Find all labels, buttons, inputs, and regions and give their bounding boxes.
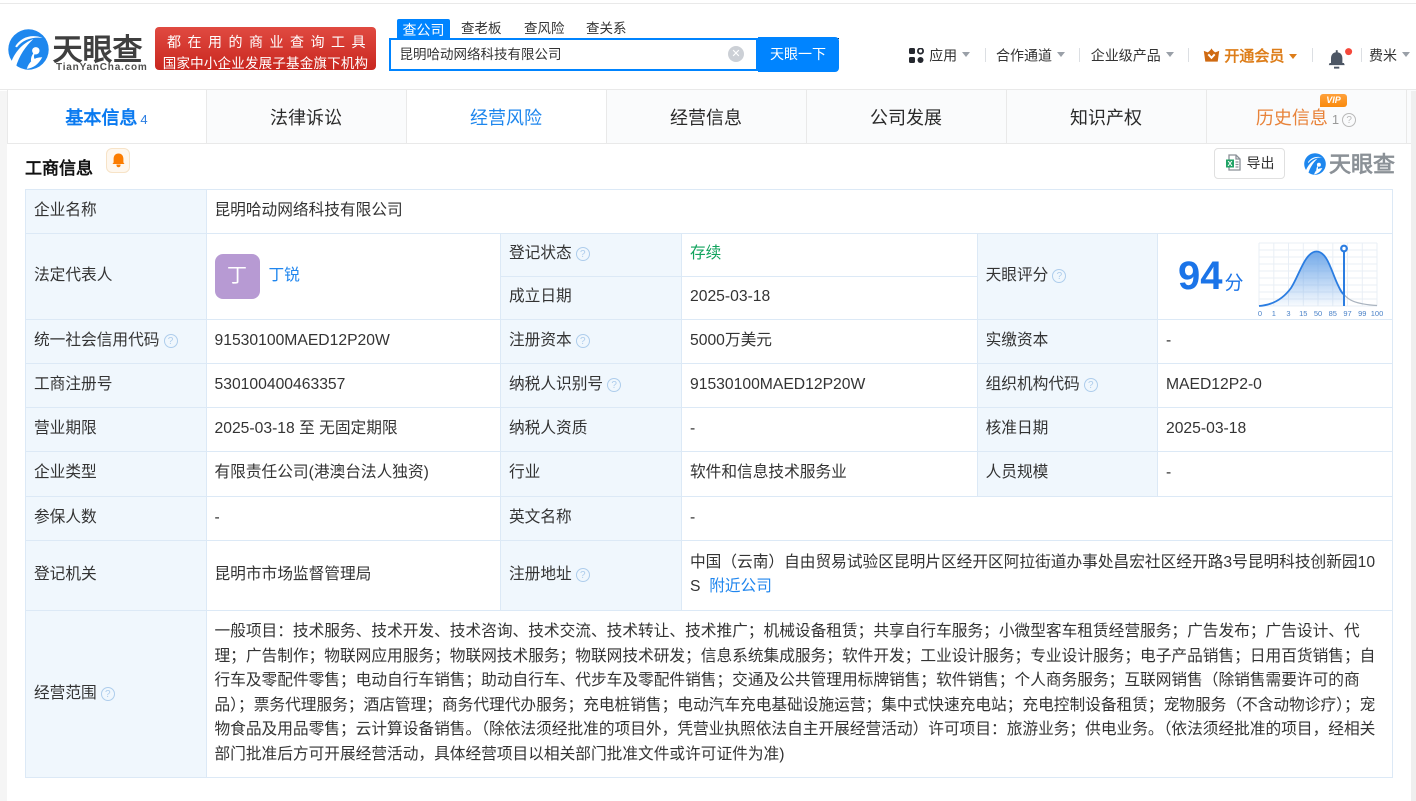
- svg-text:1: 1: [1272, 309, 1276, 318]
- svg-text:15: 15: [1299, 309, 1307, 318]
- svg-text:X: X: [1227, 159, 1232, 168]
- svg-text:天眼查: 天眼查: [1329, 152, 1395, 177]
- svg-text:100: 100: [1371, 309, 1384, 318]
- svg-text:0: 0: [1258, 309, 1262, 318]
- svg-text:99: 99: [1358, 309, 1366, 318]
- svg-text:50: 50: [1314, 309, 1322, 318]
- svg-text:85: 85: [1329, 309, 1337, 318]
- svg-text:97: 97: [1343, 309, 1351, 318]
- svg-text:3: 3: [1286, 309, 1290, 318]
